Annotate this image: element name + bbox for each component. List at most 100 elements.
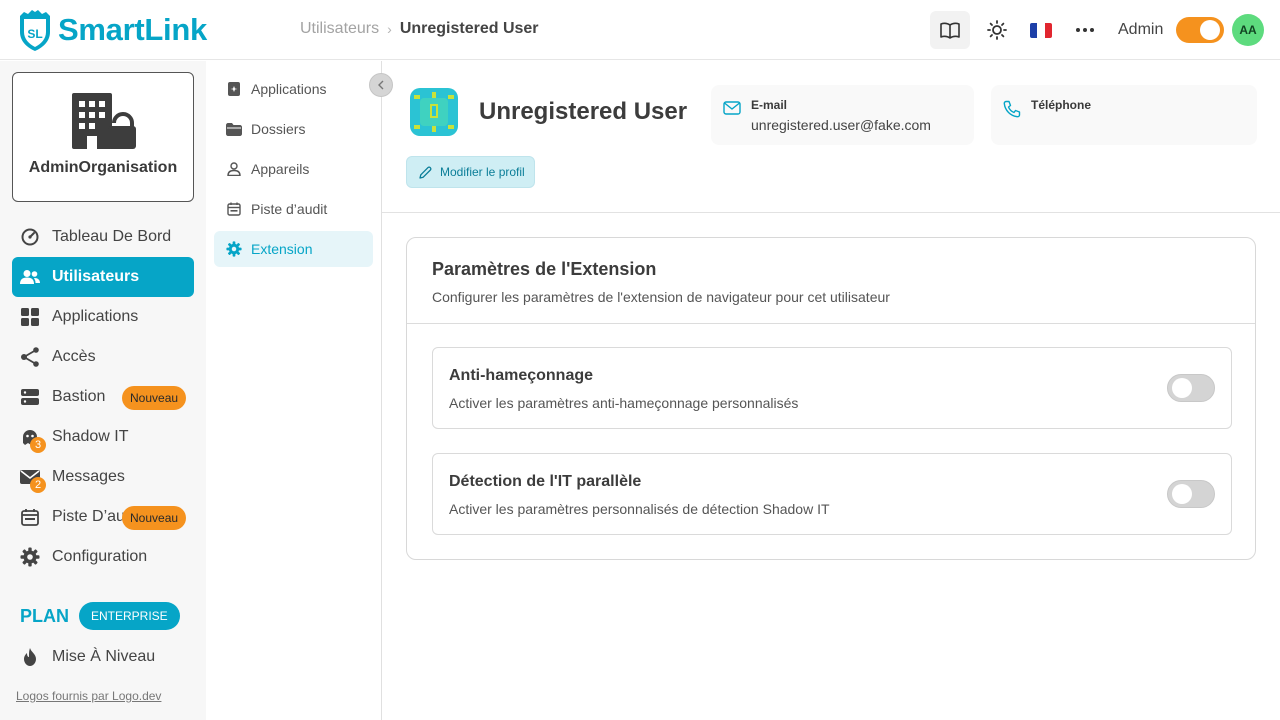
top-header: SL SmartLink Utilisateurs › Unregistered… [0, 0, 1280, 60]
setting-title: Anti-hameçonnage [449, 367, 594, 384]
share-icon [20, 347, 40, 367]
sidebar-item-messages[interactable]: 2 Messages [12, 457, 194, 497]
sidebar-item-label: Messages [52, 468, 125, 485]
breadcrumb: Utilisateurs › Unregistered User [300, 20, 539, 38]
plan-indicator: PLAN ENTERPRISE [20, 602, 180, 630]
email-info-card: E-mail unregistered.user@fake.com [711, 85, 974, 145]
sidebar-item-users[interactable]: Utilisateurs [12, 257, 194, 297]
setting-anti-phishing: Anti-hameçonnage Activer les paramètres … [432, 347, 1232, 429]
more-dots-icon [1076, 28, 1094, 32]
theme-toggle-button[interactable] [977, 11, 1017, 49]
more-options-button[interactable] [1065, 11, 1105, 49]
sidebar-item-configuration[interactable]: Configuration [12, 537, 194, 577]
breadcrumb-current: Unregistered User [399, 20, 539, 37]
sidebar-item-dashboard[interactable]: Tableau De Bord [12, 217, 194, 257]
setting-shadow-it-detection: Détection de l'IT parallèle Activer les … [432, 453, 1232, 535]
phone-info-card: Téléphone [991, 85, 1257, 145]
edit-profile-button[interactable]: Modifier le profil [406, 156, 535, 188]
sidebar-item-shadow-it[interactable]: 3 Shadow IT [12, 417, 194, 457]
envelope-icon: 2 [20, 467, 46, 493]
messages-count-badge: 2 [30, 477, 46, 493]
setting-description: Activer les paramètres anti-hameçonnage … [449, 395, 799, 411]
folder-icon [226, 121, 242, 137]
calendar-icon [20, 507, 40, 527]
sidebar-item-label: Piste D’au [52, 508, 125, 525]
book-icon [940, 22, 960, 39]
subnav-item-applications[interactable]: Applications [214, 71, 373, 107]
subnav-item-devices[interactable]: Appareils [214, 151, 373, 187]
dashboard-gauge-icon [20, 227, 40, 247]
documentation-button[interactable] [930, 11, 970, 49]
edit-profile-label: Modifier le profil [440, 165, 525, 179]
subnav-item-extension[interactable]: Extension [214, 231, 373, 267]
email-icon [723, 100, 741, 121]
new-badge: Nouveau [122, 386, 187, 410]
organisation-name: AdminOrganisation [28, 159, 178, 176]
app-name: SmartLink [58, 12, 207, 47]
upgrade-button[interactable]: Mise À Niveau [12, 637, 194, 677]
new-badge: Nouveau [122, 506, 187, 530]
extension-settings-card: Paramètres de l'Extension Configurer les… [406, 237, 1256, 560]
sidebar-item-bastion[interactable]: Bastion Nouveau [12, 377, 194, 417]
plan-label: PLAN [20, 605, 69, 626]
admin-mode-toggle[interactable] [1176, 17, 1224, 43]
phone-icon [1003, 100, 1021, 123]
sidebar-item-label: Bastion [52, 388, 106, 405]
phone-label: Téléphone [1031, 98, 1092, 112]
card-subtitle: Configurer les paramètres de l'extension… [432, 289, 890, 305]
person-icon [226, 161, 242, 177]
pencil-icon [419, 166, 432, 179]
role-label: Admin [1118, 21, 1164, 38]
user-subnav: Applications Dossiers Appareils Piste d’… [206, 61, 382, 720]
sidebar-item-label: Applications [52, 308, 139, 325]
shield-logo-icon: SL [20, 10, 50, 51]
card-title: Paramètres de l'Extension [432, 259, 657, 279]
subnav-item-folders[interactable]: Dossiers [214, 111, 373, 147]
users-icon [20, 267, 40, 287]
ghost-icon: 3 [20, 427, 46, 453]
email-value: unregistered.user@fake.com [751, 117, 931, 133]
server-icon [20, 387, 40, 407]
app-logo[interactable]: SL SmartLink [16, 8, 207, 52]
building-lock-icon [72, 93, 136, 149]
logo-dev-credit-link[interactable]: Logos fournis par Logo.dev [16, 689, 161, 703]
sidebar-item-label: Configuration [52, 548, 148, 565]
anti-phishing-toggle[interactable] [1167, 374, 1215, 402]
toggle-knob [1172, 484, 1192, 504]
user-profile-picture[interactable] [410, 88, 458, 136]
sidebar-item-label: Tableau De Bord [52, 228, 172, 245]
card-divider [407, 323, 1255, 324]
french-flag-icon [1030, 22, 1052, 38]
shadow-it-detection-toggle[interactable] [1167, 480, 1215, 508]
breadcrumb-separator: › [387, 21, 392, 37]
breadcrumb-parent-link[interactable]: Utilisateurs [300, 20, 379, 38]
sidebar-item-label: Accès [52, 348, 96, 365]
grid-apps-icon [20, 307, 40, 327]
setting-description: Activer les paramètres personnalisés de … [449, 501, 830, 517]
subnav-item-label: Appareils [251, 161, 310, 177]
sidebar-item-label: Utilisateurs [52, 268, 140, 285]
sidebar-item-label: Shadow IT [52, 428, 129, 445]
toggle-knob [1172, 378, 1192, 398]
section-divider [382, 212, 1280, 213]
sidebar-item-audit-trail[interactable]: Piste D’au Nouveau [12, 497, 194, 537]
sidebar: AdminOrganisation Tableau De Bord Utilis… [0, 61, 206, 720]
sidebar-item-access[interactable]: Accès [12, 337, 194, 377]
gear-icon [20, 547, 40, 567]
sun-icon [987, 20, 1007, 40]
sidebar-item-applications[interactable]: Applications [12, 297, 194, 337]
calendar-icon [226, 201, 242, 217]
subnav-item-audit-trail[interactable]: Piste d’audit [214, 191, 373, 227]
organisation-card[interactable]: AdminOrganisation [12, 72, 194, 202]
setting-title: Détection de l'IT parallèle [449, 473, 642, 490]
language-selector[interactable] [1021, 11, 1061, 49]
main-content: Unregistered User E-mail unregistered.us… [382, 61, 1280, 720]
subnav-item-label: Extension [251, 241, 313, 257]
logo-badge-text: SL [27, 27, 42, 41]
user-name-heading: Unregistered User [479, 98, 688, 125]
email-label: E-mail [751, 98, 788, 112]
subnav-item-label: Dossiers [251, 121, 306, 137]
subnav-item-label: Piste d’audit [251, 201, 328, 217]
shadow-it-count-badge: 3 [30, 437, 46, 453]
user-avatar[interactable]: AA [1232, 14, 1264, 46]
